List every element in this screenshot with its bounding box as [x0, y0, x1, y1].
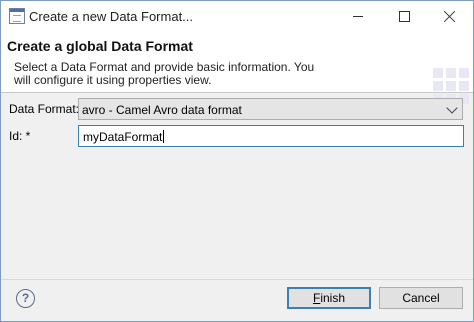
close-button[interactable] [427, 1, 473, 32]
chevron-down-icon[interactable] [446, 102, 458, 114]
window-title: Create a new Data Format... [29, 9, 194, 24]
maximize-button[interactable] [381, 1, 427, 32]
app-window-icon [9, 8, 25, 24]
title-bar[interactable]: Create a new Data Format... [1, 1, 473, 32]
id-input[interactable]: myDataFormat [78, 125, 464, 147]
minimize-button[interactable] [335, 1, 381, 32]
id-input-value: myDataFormat [83, 130, 165, 144]
minimize-icon [353, 16, 363, 17]
cancel-button[interactable]: Cancel [379, 287, 463, 309]
text-caret [163, 130, 165, 143]
wizard-title: Create a global Data Format [7, 38, 193, 54]
wizard-message: Select a Data Format and provide basic i… [14, 60, 315, 87]
finish-button[interactable]: Finish [287, 287, 371, 309]
footer-divider [1, 279, 473, 280]
close-icon [444, 10, 456, 22]
wizard-header: Create a global Data Format Select a Dat… [1, 32, 473, 104]
help-icon[interactable]: ? [16, 289, 35, 308]
data-format-selected-value: avro - Camel Avro data format [82, 103, 242, 117]
id-label: Id: * [9, 129, 31, 143]
maximize-icon [399, 11, 410, 22]
data-format-select[interactable]: avro - Camel Avro data format [78, 98, 463, 120]
dialog-window: Create a new Data Format... Create a glo… [0, 0, 474, 322]
data-format-label: Data Format: [9, 102, 80, 116]
